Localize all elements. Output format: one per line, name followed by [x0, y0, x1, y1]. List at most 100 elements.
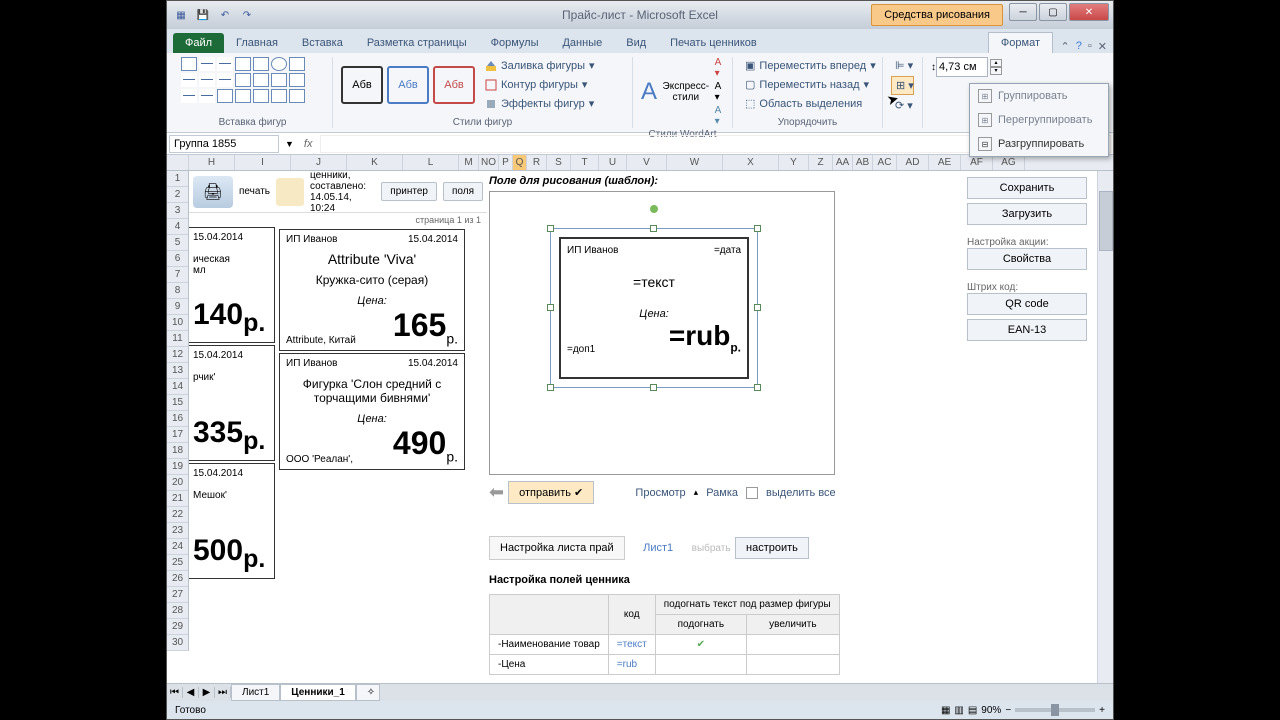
menu-regroup: ⊞Перегруппировать — [970, 108, 1108, 132]
sheet-link[interactable]: Лист1 — [629, 537, 687, 559]
printer-icon[interactable]: 🖨 — [193, 176, 233, 208]
spin-down[interactable]: ▾ — [990, 67, 1002, 75]
tab-insert[interactable]: Вставка — [290, 33, 355, 53]
spin-up[interactable]: ▴ — [990, 59, 1002, 67]
wordart-icon[interactable]: A — [641, 78, 657, 106]
shapes-gallery[interactable] — [181, 57, 324, 103]
tab-layout[interactable]: Разметка страницы — [355, 33, 479, 53]
redo-icon[interactable]: ↷ — [239, 7, 255, 23]
draw-area-label: Поле для рисования (шаблон): — [489, 175, 840, 187]
qr-button[interactable]: QR code — [967, 293, 1087, 315]
bring-forward-button[interactable]: ▣ Переместить вперед ▾ — [741, 57, 874, 74]
print-label[interactable]: печать — [239, 186, 270, 197]
style-sample-3[interactable]: Абв — [433, 66, 475, 104]
price-tag-2: ИП Иванов15.04.2014 Фигурка 'Слон средни… — [279, 353, 465, 469]
price-tag-1: ИП Иванов15.04.2014 Attribute 'Viva' Кру… — [279, 229, 465, 351]
zoom-slider[interactable] — [1015, 708, 1095, 712]
row-headers[interactable]: 1234567891011121314151617181920212223242… — [167, 171, 189, 651]
contextual-tab-label: Средства рисования — [871, 4, 1003, 26]
rotate-handle[interactable] — [650, 205, 658, 213]
close-workbook-icon[interactable]: ✕ — [1098, 40, 1107, 53]
tab-nav-prev[interactable]: ◀ — [183, 687, 199, 698]
restore-window-icon[interactable]: ▫ — [1088, 40, 1092, 53]
zoom-in-button[interactable]: + — [1099, 705, 1105, 716]
sheet-config-label: Настройка листа прай — [489, 536, 625, 560]
title-bar: ▦ 💾 ↶ ↷ Прайс-лист - Microsoft Excel Сре… — [167, 1, 1113, 29]
ean-button[interactable]: EAN-13 — [967, 319, 1087, 341]
menu-group: ⊞Группировать — [970, 84, 1108, 108]
save-template-button[interactable]: Сохранить — [967, 177, 1087, 199]
tab-formulas[interactable]: Формулы — [479, 33, 551, 53]
zoom-out-button[interactable]: − — [1005, 705, 1011, 716]
doc-icon[interactable] — [276, 178, 304, 206]
tab-home[interactable]: Главная — [224, 33, 290, 53]
zoom-level[interactable]: 90% — [981, 705, 1001, 716]
printer-button[interactable]: принтер — [381, 182, 437, 201]
tab-nav-last[interactable]: ⏭ — [215, 687, 231, 698]
send-button[interactable]: отправить ✔ — [508, 481, 594, 504]
tab-view[interactable]: Вид — [614, 33, 658, 53]
style-sample-2[interactable]: Абв — [387, 66, 429, 104]
template-shape[interactable]: ИП Иванов=дата =текст Цена: =доп1=rubр. — [550, 228, 758, 388]
tab-data[interactable]: Данные — [550, 33, 614, 53]
minimize-ribbon-icon[interactable]: ⌃ — [1061, 40, 1070, 53]
view-layout-icon[interactable]: ▥ — [954, 705, 963, 716]
column-headers[interactable]: HI JK LM NOP Q RS TU VW XY ZAA ABAC ADAE… — [167, 155, 1113, 171]
vertical-scrollbar[interactable] — [1097, 171, 1113, 691]
menu-ungroup[interactable]: ⊟Разгруппировать — [970, 132, 1108, 156]
shape-effects-button[interactable]: Эффекты фигур ▾ — [481, 95, 599, 112]
fx-icon[interactable]: fx — [298, 138, 319, 150]
tab-nav-first[interactable]: ⏮ — [167, 687, 183, 698]
shape-fill-button[interactable]: Заливка фигуры ▾ — [481, 57, 599, 74]
back-arrow-icon[interactable]: ⬅ — [489, 482, 504, 503]
group-label-shapes: Вставка фигур — [181, 117, 324, 128]
style-sample-1[interactable]: Абв — [341, 66, 383, 104]
send-backward-button[interactable]: ▢ Переместить назад ▾ — [741, 76, 874, 93]
properties-button[interactable]: Свойства — [967, 248, 1087, 270]
close-button[interactable]: ✕ — [1069, 3, 1109, 21]
group-dropdown-menu: ⊞Группировать ⊞Перегруппировать ⊟Разгруп… — [969, 83, 1109, 157]
height-input[interactable] — [936, 57, 988, 77]
fields-config-table: кодподогнать текст под размер фигуры под… — [489, 594, 840, 675]
setup-button[interactable]: настроить — [735, 537, 809, 559]
ribbon-tabs: Файл Главная Вставка Разметка страницы Ф… — [167, 29, 1113, 53]
status-ready: Готово — [175, 705, 206, 716]
frame-checkbox[interactable] — [746, 487, 758, 499]
text-effects-icon[interactable]: A ▾ — [715, 105, 724, 127]
align-button[interactable]: ⊫ ▾ — [891, 57, 914, 74]
save-icon[interactable]: 💾 — [195, 7, 211, 23]
maximize-button[interactable]: ▢ — [1039, 3, 1067, 21]
fields-button[interactable]: поля — [443, 182, 483, 201]
barcode-label: Штрих код: — [967, 282, 1087, 293]
selection-pane-button[interactable]: ⬚ Область выделения — [741, 95, 874, 112]
promo-label: Настройка акции: — [967, 237, 1087, 248]
view-normal-icon[interactable]: ▦ — [941, 705, 950, 716]
window-title: Прайс-лист - Microsoft Excel — [562, 8, 718, 22]
preview-button[interactable]: Просмотр — [631, 485, 689, 501]
view-break-icon[interactable]: ▤ — [968, 705, 977, 716]
help-icon[interactable]: ? — [1076, 40, 1082, 53]
tab-print-tags[interactable]: Печать ценников — [658, 33, 769, 53]
fields-config-label: Настройка полей ценника — [489, 574, 840, 586]
sheet-tab-1[interactable]: Лист1 — [231, 684, 280, 701]
load-template-button[interactable]: Загрузить — [967, 203, 1087, 225]
tab-format[interactable]: Формат — [988, 32, 1053, 53]
group-label-arrange: Упорядочить — [741, 117, 874, 128]
namebox-dropdown-icon[interactable]: ▼ — [281, 139, 298, 149]
select-all-button[interactable]: выделить все — [762, 485, 840, 501]
undo-icon[interactable]: ↶ — [217, 7, 233, 23]
tab-file[interactable]: Файл — [173, 33, 224, 53]
new-sheet-button[interactable]: ✧ — [356, 684, 380, 701]
minimize-button[interactable]: ─ — [1009, 3, 1037, 21]
frame-button[interactable]: Рамка — [702, 485, 742, 501]
name-box[interactable] — [169, 135, 279, 153]
sheet-tabs: ⏮◀ ▶⏭ Лист1 Ценники_1 ✧ — [167, 683, 1113, 701]
status-bar: Готово ▦ ▥ ▤ 90% − + — [167, 701, 1113, 719]
shape-outline-button[interactable]: Контур фигуры ▾ — [481, 76, 599, 93]
text-outline-icon[interactable]: A ▾ — [715, 81, 724, 103]
sheet-tab-2[interactable]: Ценники_1 — [280, 684, 356, 701]
draw-canvas[interactable]: ИП Иванов=дата =текст Цена: =доп1=rubр. — [489, 191, 835, 475]
text-fill-icon[interactable]: A ▾ — [715, 57, 724, 79]
express-styles-button[interactable]: Экспресс-стили — [661, 81, 711, 103]
tab-nav-next[interactable]: ▶ — [199, 687, 215, 698]
